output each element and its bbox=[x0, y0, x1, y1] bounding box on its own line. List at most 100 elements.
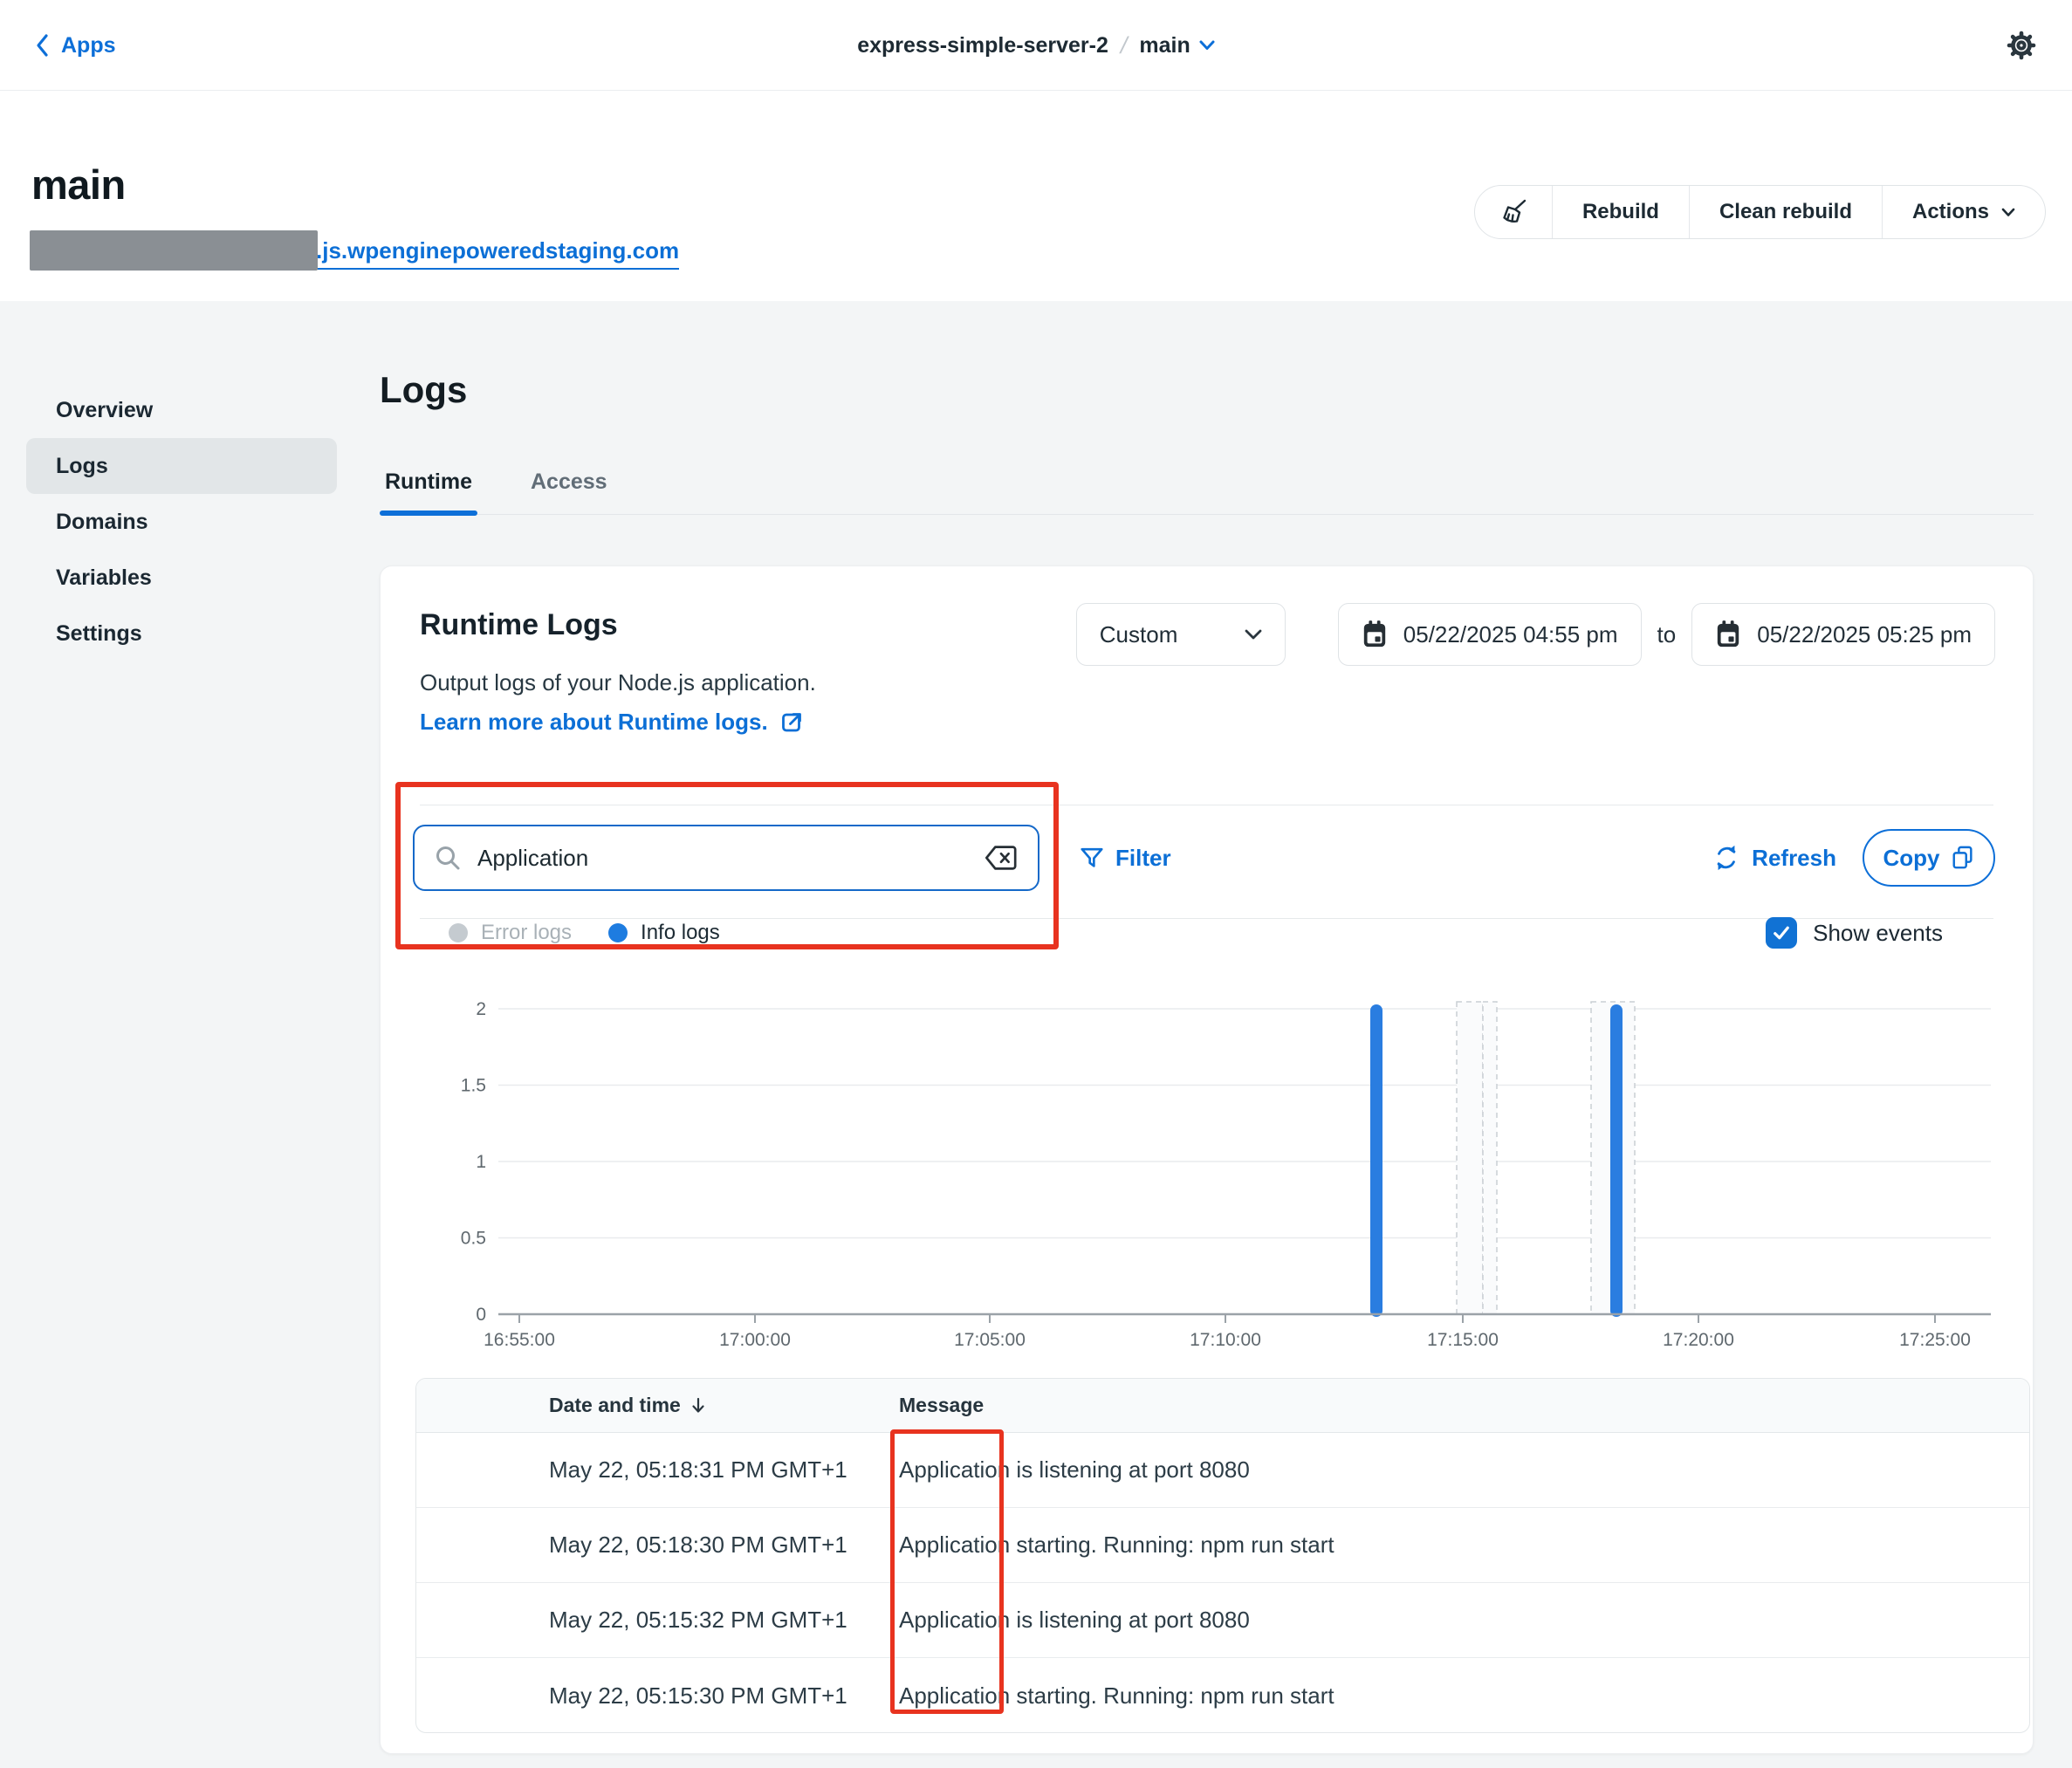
refresh-icon bbox=[1712, 844, 1740, 872]
info-logs-dot-icon bbox=[608, 923, 628, 942]
sidebar-item-overview[interactable]: Overview bbox=[26, 382, 337, 438]
info-log-bar bbox=[1610, 1004, 1623, 1317]
search-input[interactable] bbox=[477, 845, 984, 872]
y-tick-1: 1 bbox=[476, 1152, 486, 1172]
log-datetime: May 22, 05:18:31 PM GMT+1 bbox=[416, 1456, 899, 1484]
calendar-icon bbox=[1715, 620, 1741, 649]
breadcrumb-separator: / bbox=[1118, 32, 1130, 59]
x-tick: 17:25:00 bbox=[1899, 1330, 1971, 1350]
error-logs-label: Error logs bbox=[481, 921, 572, 945]
clear-search-button[interactable] bbox=[984, 842, 1019, 874]
x-tick: 17:10:00 bbox=[1190, 1330, 1261, 1350]
page-title: Logs bbox=[380, 369, 467, 411]
tab-runtime[interactable]: Runtime bbox=[380, 463, 477, 514]
x-tick: 17:20:00 bbox=[1663, 1330, 1734, 1350]
sidebar-item-variables[interactable]: Variables bbox=[26, 550, 337, 606]
checkmark-icon bbox=[1770, 922, 1793, 944]
y-tick-0-5: 0.5 bbox=[461, 1229, 486, 1249]
range-preset-select[interactable]: Custom bbox=[1076, 603, 1286, 666]
log-datetime: May 22, 05:18:30 PM GMT+1 bbox=[416, 1532, 899, 1559]
sidebar-item-logs[interactable]: Logs bbox=[26, 438, 337, 494]
learn-more-link[interactable]: Learn more about Runtime logs. bbox=[420, 709, 805, 736]
table-row[interactable]: May 22, 05:18:31 PM GMT+1 Application is… bbox=[416, 1433, 2029, 1508]
clean-cache-button[interactable] bbox=[1475, 186, 1552, 238]
breadcrumb: express-simple-server-2 / main bbox=[0, 0, 2072, 91]
error-logs-dot-icon bbox=[449, 923, 468, 942]
table-row[interactable]: May 22, 05:15:30 PM GMT+1 Application st… bbox=[416, 1658, 2029, 1733]
logs-chart: 2 1.5 1 0.5 0 bbox=[437, 983, 2017, 1358]
column-header-message: Message bbox=[899, 1394, 2029, 1417]
gear-icon bbox=[2002, 26, 2041, 65]
table-row[interactable]: May 22, 05:18:30 PM GMT+1 Application st… bbox=[416, 1508, 2029, 1583]
range-to-label: to bbox=[1657, 621, 1677, 648]
redaction-overlay bbox=[30, 230, 318, 271]
legend-error-logs[interactable]: Error logs bbox=[449, 921, 572, 945]
environment-url-link[interactable]: .js.wpenginepoweredstaging.com bbox=[31, 237, 679, 270]
x-tick: 17:05:00 bbox=[954, 1330, 1026, 1350]
search-box bbox=[413, 825, 1039, 891]
environment-dropdown[interactable]: main bbox=[1139, 33, 1214, 58]
runtime-logs-description: Output logs of your Node.js application. bbox=[420, 669, 816, 696]
broom-icon bbox=[1499, 198, 1527, 226]
settings-gear-button[interactable] bbox=[2002, 26, 2041, 65]
refresh-label: Refresh bbox=[1752, 845, 1836, 872]
filter-label: Filter bbox=[1115, 845, 1171, 872]
breadcrumb-app-name: express-simple-server-2 bbox=[857, 33, 1108, 58]
actions-menu-button[interactable]: Actions bbox=[1883, 186, 2045, 238]
actions-menu-label: Actions bbox=[1912, 200, 1989, 224]
chart-legend: Error logs Info logs bbox=[449, 914, 720, 952]
column-header-datetime[interactable]: Date and time bbox=[416, 1394, 899, 1417]
environment-url-visible: .js.wpenginepoweredstaging.com bbox=[316, 237, 679, 264]
environment-actions-group: Rebuild Clean rebuild Actions bbox=[1474, 185, 2046, 239]
sidebar-item-domains[interactable]: Domains bbox=[26, 494, 337, 550]
log-datetime: May 22, 05:15:30 PM GMT+1 bbox=[416, 1682, 899, 1710]
range-to-field[interactable]: 05/22/2025 05:25 pm bbox=[1691, 603, 1995, 666]
show-events-checkbox[interactable] bbox=[1766, 917, 1797, 949]
chevron-down-icon bbox=[1199, 40, 1215, 51]
runtime-logs-title: Runtime Logs bbox=[420, 608, 618, 642]
refresh-button[interactable]: Refresh bbox=[1712, 829, 1836, 887]
sidebar-item-settings[interactable]: Settings bbox=[26, 606, 337, 661]
table-row[interactable]: May 22, 05:15:32 PM GMT+1 Application is… bbox=[416, 1583, 2029, 1658]
show-events-toggle[interactable]: Show events bbox=[1766, 914, 1943, 952]
legend-info-logs[interactable]: Info logs bbox=[608, 921, 720, 945]
clean-rebuild-button[interactable]: Clean rebuild bbox=[1690, 186, 1882, 238]
copy-button[interactable]: Copy bbox=[1863, 829, 1995, 887]
chevron-down-icon bbox=[2001, 208, 2015, 217]
event-band bbox=[1457, 1002, 1635, 1314]
backspace-clear-icon bbox=[984, 842, 1019, 874]
range-from-field[interactable]: 05/22/2025 04:55 pm bbox=[1338, 603, 1642, 666]
table-header-row: Date and time Message bbox=[416, 1379, 2029, 1433]
log-message: Application is listening at port 8080 bbox=[899, 1456, 2029, 1484]
range-to-value: 05/22/2025 05:25 pm bbox=[1757, 621, 1972, 648]
time-range-controls: Custom 05/22/2025 04:55 pm bbox=[1076, 603, 1995, 666]
show-events-label: Show events bbox=[1813, 920, 1943, 947]
content-area: Overview Logs Domains Variables Settings… bbox=[0, 301, 2072, 1768]
log-datetime: May 22, 05:15:32 PM GMT+1 bbox=[416, 1607, 899, 1634]
external-link-icon bbox=[779, 709, 805, 736]
y-tick-0: 0 bbox=[476, 1305, 486, 1325]
log-message: Application starting. Running: npm run s… bbox=[899, 1682, 2029, 1710]
info-logs-label: Info logs bbox=[641, 921, 720, 945]
range-preset-value: Custom bbox=[1100, 621, 1178, 648]
learn-more-label: Learn more about Runtime logs. bbox=[420, 709, 768, 736]
filter-funnel-icon bbox=[1079, 845, 1105, 871]
logs-tabs: Runtime Access bbox=[380, 463, 2034, 515]
x-tick: 16:55:00 bbox=[484, 1330, 555, 1350]
log-message: Application is listening at port 8080 bbox=[899, 1607, 2029, 1634]
top-bar: Apps express-simple-server-2 / main bbox=[0, 0, 2072, 91]
y-tick-1-5: 1.5 bbox=[461, 1076, 486, 1096]
rebuild-button[interactable]: Rebuild bbox=[1553, 186, 1689, 238]
search-icon bbox=[434, 844, 462, 872]
copy-label: Copy bbox=[1883, 845, 1940, 872]
sort-descending-icon bbox=[690, 1396, 707, 1415]
range-from-value: 05/22/2025 04:55 pm bbox=[1403, 621, 1618, 648]
app-logs-page: Apps express-simple-server-2 / main bbox=[0, 0, 2072, 1768]
environment-url-row: .js.wpenginepoweredstaging.com bbox=[31, 237, 679, 270]
tab-access[interactable]: Access bbox=[525, 463, 613, 514]
x-tick: 17:00:00 bbox=[719, 1330, 791, 1350]
filter-button[interactable]: Filter bbox=[1079, 825, 1171, 891]
x-tick: 17:15:00 bbox=[1427, 1330, 1499, 1350]
log-message: Application starting. Running: npm run s… bbox=[899, 1532, 2029, 1559]
chevron-down-icon bbox=[1245, 629, 1262, 641]
